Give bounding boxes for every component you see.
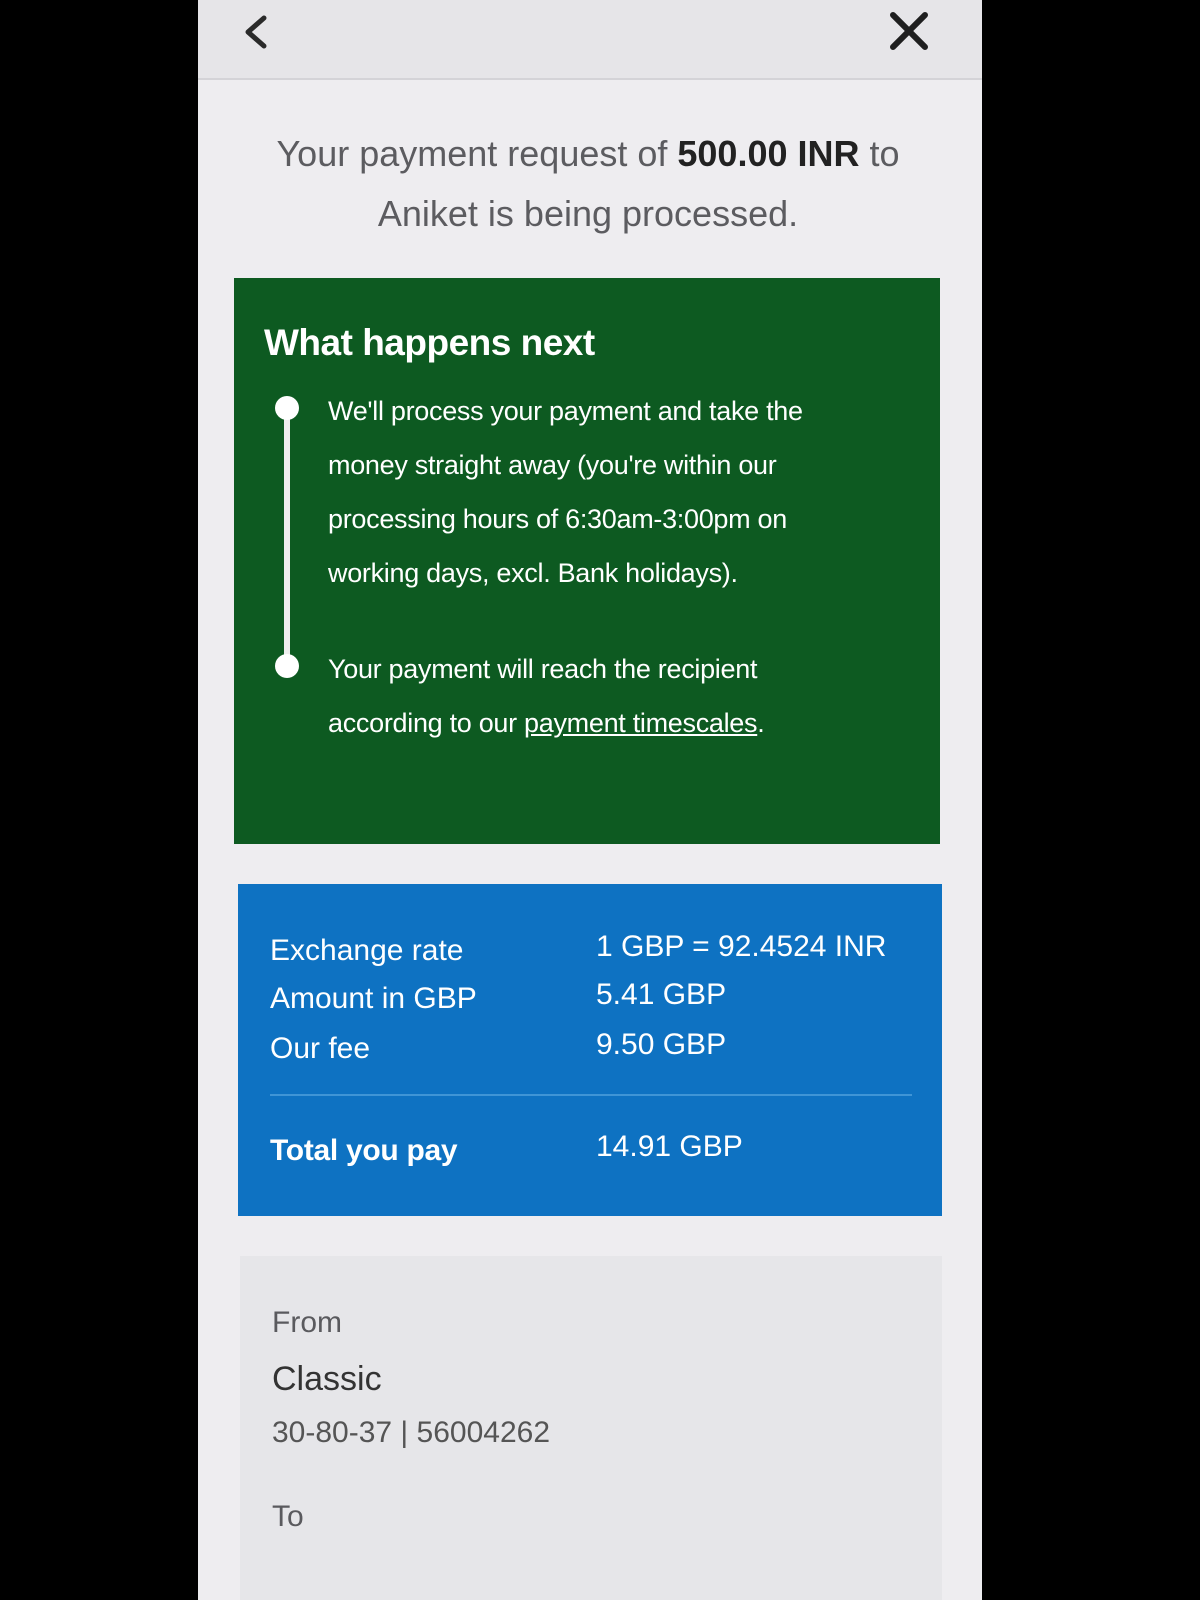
confirmation-middle: to (859, 133, 900, 174)
total-row: Total you pay 14.91 GBP (270, 1130, 910, 1180)
exchange-rate-row: Exchange rate 1 GBP = 92.4524 INR (270, 930, 910, 980)
amount-in-gbp-label: Amount in GBP (270, 982, 477, 1015)
fee-row: Our fee 9.50 GBP (270, 1028, 910, 1078)
step-2-text: Your payment will reach the recipient ac… (328, 642, 868, 750)
exchange-rate-value: 1 GBP = 92.4524 INR (596, 930, 887, 963)
from-label: From (272, 1306, 342, 1339)
payment-timescales-link[interactable]: payment timescales (524, 708, 758, 738)
amount-in-gbp-value: 5.41 GBP (596, 978, 727, 1011)
to-label: To (272, 1500, 304, 1533)
payment-amount: 500.00 INR (677, 133, 860, 174)
timeline-dot-step-1 (275, 396, 299, 420)
timeline-dot-step-2 (275, 654, 299, 678)
chevron-left-icon[interactable] (234, 10, 278, 54)
amount-in-gbp-row: Amount in GBP 5.41 GBP (270, 978, 910, 1028)
confirmation-prefix: Your payment request of (276, 133, 678, 174)
what-happens-next-title: What happens next (264, 322, 595, 363)
payment-summary-card: Exchange rate 1 GBP = 92.4524 INR Amount… (238, 884, 942, 1216)
app-screen: Your payment request of 500.00 INR to An… (198, 0, 982, 1600)
fee-label: Our fee (270, 1032, 371, 1065)
top-navigation-bar (198, 0, 982, 80)
from-account-name: Classic (272, 1360, 382, 1398)
exchange-rate-label: Exchange rate (270, 934, 464, 967)
step-1-text: We'll process your payment and take the … (328, 396, 803, 588)
confirmation-message: Your payment request of 500.00 INR to An… (238, 124, 938, 244)
step-2-suffix: . (757, 708, 765, 738)
what-happens-next-card: What happens next We'll process your pay… (234, 278, 940, 844)
timeline-line (284, 404, 290, 668)
total-value: 14.91 GBP (596, 1130, 743, 1163)
summary-divider (270, 1094, 912, 1096)
confirmation-line-2: Aniket is being processed. (377, 193, 799, 234)
fee-value: 9.50 GBP (596, 1028, 727, 1061)
close-icon[interactable] (884, 6, 934, 56)
account-details-card: From Classic 30-80-37 | 56004262 To (240, 1256, 942, 1600)
from-account-number: 30-80-37 | 56004262 (272, 1416, 551, 1449)
total-label: Total you pay (270, 1134, 458, 1167)
